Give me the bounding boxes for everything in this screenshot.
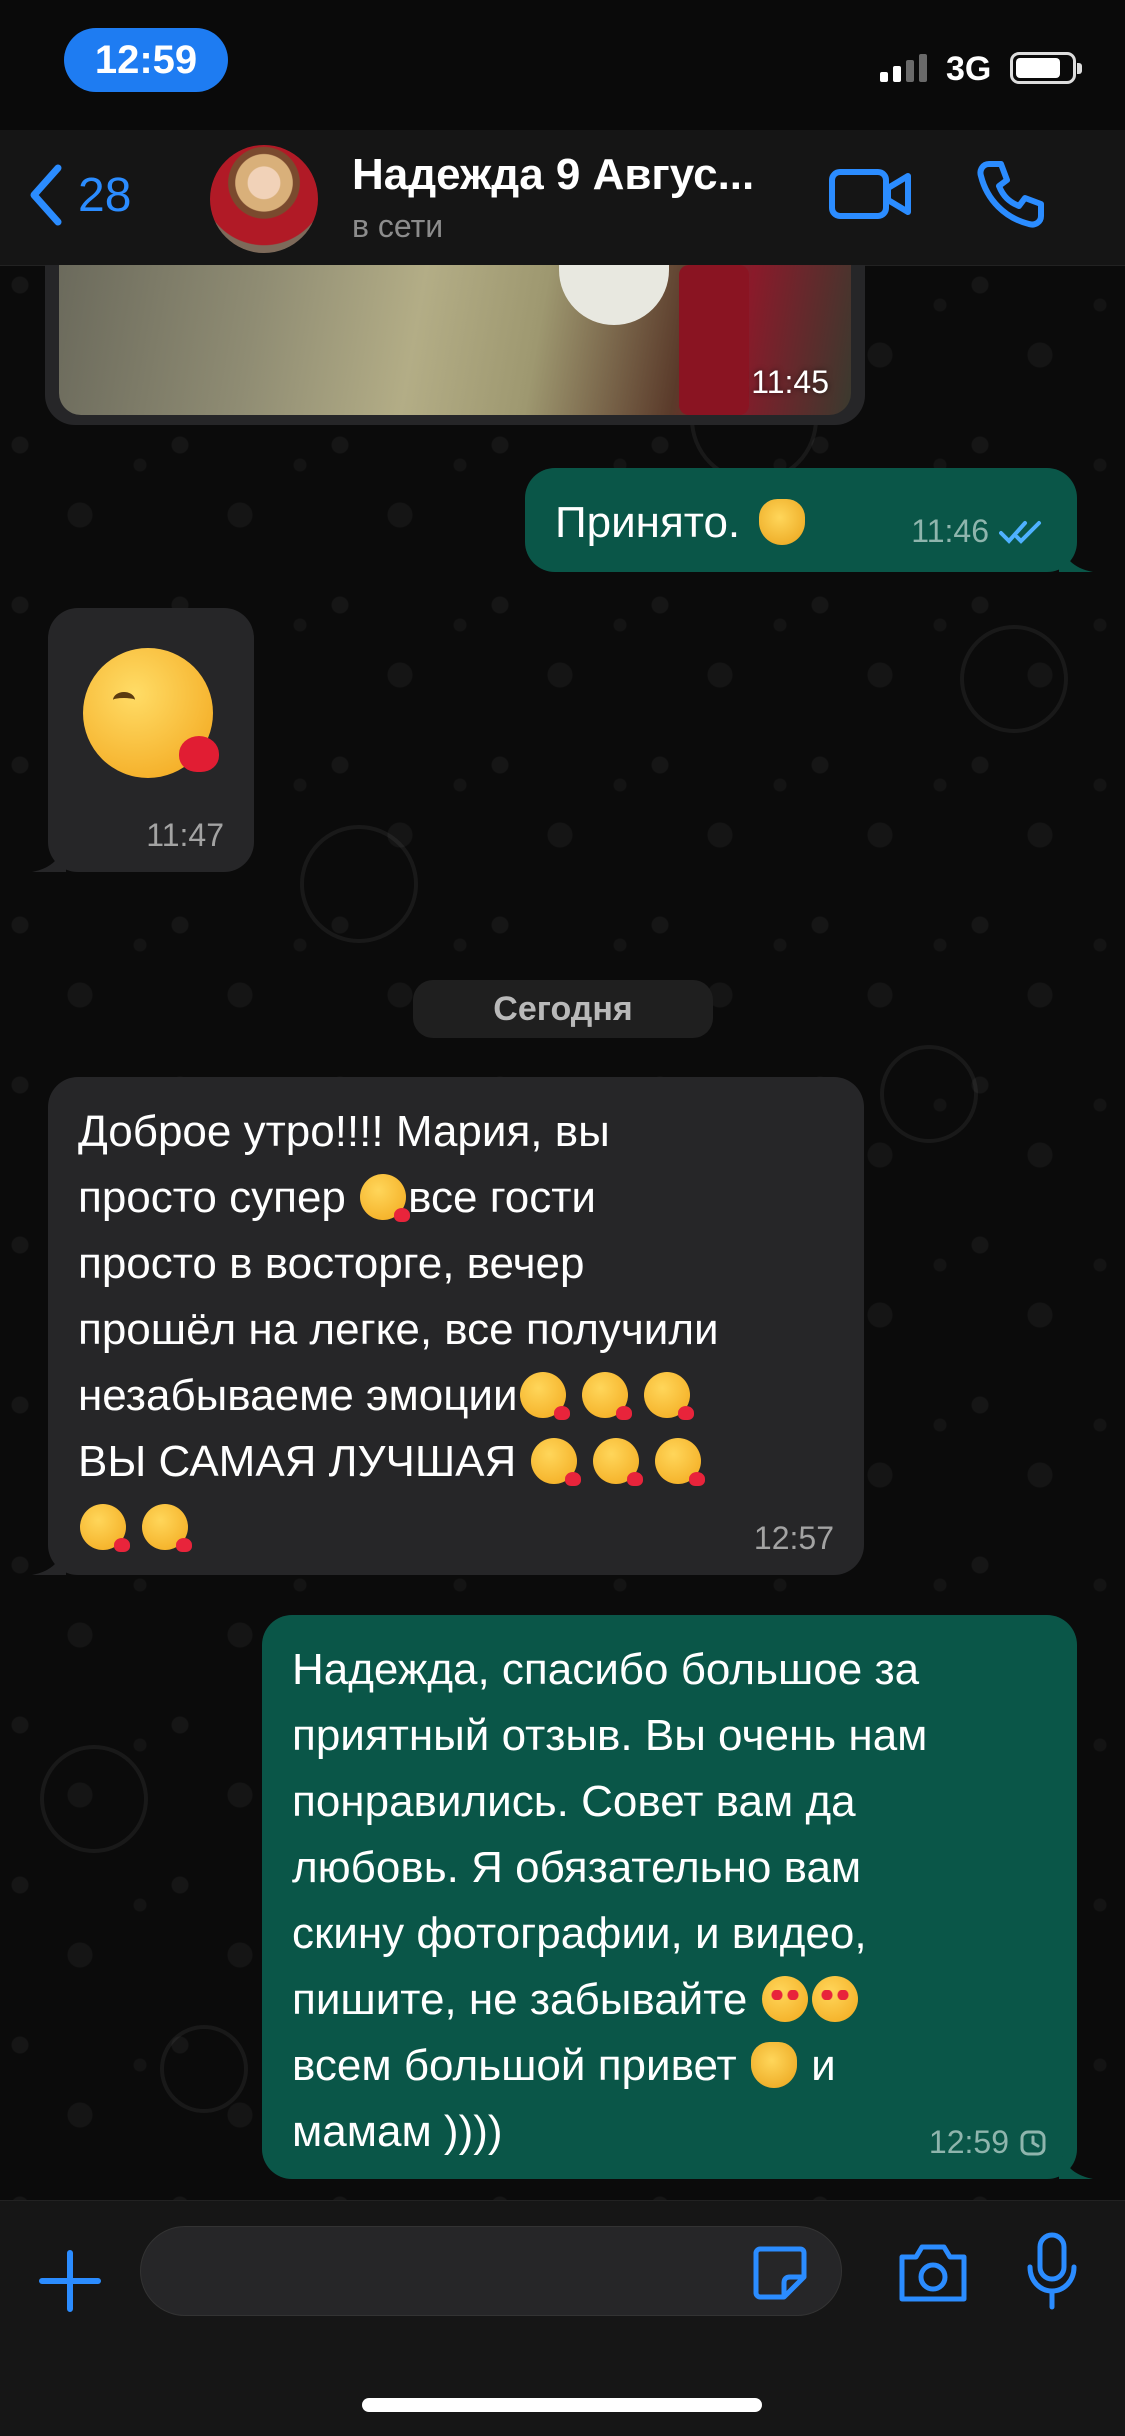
unread-count: 28 (78, 168, 132, 222)
contact-status: в сети (352, 208, 444, 244)
kiss-emoji (142, 1504, 193, 1552)
contact-avatar[interactable] (210, 145, 318, 253)
camera-icon[interactable] (896, 2241, 970, 2305)
bubble-tail (1059, 2145, 1093, 2179)
kiss-emoji (581, 1372, 632, 1420)
message-line: прошёл на легке, все получили (78, 1305, 719, 1354)
microphone-icon[interactable] (1024, 2231, 1080, 2311)
message-time: 11:47 (146, 817, 224, 853)
kiss-emoji (360, 1174, 411, 1222)
message-line: пишите, не забывайте (292, 1975, 760, 2024)
kiss-emoji (644, 1372, 695, 1420)
waving-hand-emoji (750, 2042, 797, 2088)
message-time: 12:57 (753, 1520, 834, 1556)
kiss-emoji (80, 1504, 130, 1552)
message-line: и (798, 2041, 836, 2090)
kiss-emoji (654, 1438, 705, 1486)
message-line: просто в восторге, вечер (78, 1239, 585, 1288)
chevron-left-icon (30, 164, 62, 226)
message-line: все гости (408, 1173, 596, 1222)
double-check-read-icon (999, 520, 1041, 544)
chat-screen: 12:59 3G 28 Надежда 9 Авгус... в сети 11… (0, 0, 1125, 2436)
message-input[interactable] (140, 2226, 842, 2316)
video-call-icon[interactable] (828, 164, 912, 224)
message-line: незабываеме эмоции (78, 1371, 518, 1420)
status-bar: 12:59 3G (0, 0, 1125, 130)
photo-message[interactable]: 11:45 (45, 265, 865, 425)
message-line: скину фотографии, и видео, (292, 1909, 867, 1958)
message-line: ВЫ САМАЯ ЛУЧШАЯ (78, 1437, 529, 1486)
message-line: приятный отзыв. Вы очень нам (292, 1711, 928, 1760)
incoming-emoji-message[interactable]: 11:47 (32, 608, 254, 872)
message-time: 12:59 (928, 2124, 1009, 2160)
clock-pending-icon (1020, 2130, 1046, 2155)
battery-icon (1010, 52, 1082, 84)
status-time: 12:59 (64, 28, 228, 92)
plus-icon[interactable] (38, 2249, 102, 2313)
date-separator: Сегодня (413, 980, 713, 1038)
message-text: Доброе утро!!!! Мария, вы просто супер в… (78, 1099, 834, 1561)
saluting-face-emoji (758, 499, 805, 545)
bubble-tail (32, 838, 66, 872)
message-meta: 12:57 (754, 1520, 834, 1557)
network-type: 3G (946, 50, 992, 88)
message-text: Принято. (555, 498, 753, 547)
heart-eyes-emoji (761, 1976, 808, 2022)
message-time: 11:46 (911, 513, 989, 549)
message-line: просто супер (78, 1173, 359, 1222)
phone-icon[interactable] (975, 158, 1047, 230)
message-line: Надежда, спасибо большое за (292, 1645, 920, 1694)
bubble-tail (1059, 538, 1093, 572)
message-meta: 12:59 (929, 2124, 1047, 2161)
contact-name[interactable]: Надежда 9 Авгус... (352, 150, 754, 200)
message-line: мамам )))) (292, 2107, 503, 2156)
outgoing-message[interactable]: Принято. 11:46 (525, 468, 1093, 572)
outgoing-message[interactable]: Надежда, спасибо большое за приятный отз… (262, 1615, 1093, 2179)
bubble-tail (32, 1541, 66, 1575)
message-time: 11:45 (751, 364, 829, 400)
kiss-emoji (592, 1438, 643, 1486)
smiling-hearts-emoji (811, 1976, 858, 2022)
message-meta: 11:47 (146, 817, 224, 854)
message-line: понравились. Совет вам да (292, 1777, 856, 1826)
sticker-icon[interactable] (750, 2243, 810, 2303)
message-meta: 11:46 (911, 513, 1047, 550)
kiss-emoji (519, 1372, 570, 1420)
message-line: любовь. Я обязательно вам (292, 1843, 862, 1892)
signal-strength-icon (880, 52, 927, 82)
home-indicator[interactable] (362, 2398, 762, 2412)
photo-attachment[interactable]: 11:45 (59, 265, 851, 415)
message-text: Надежда, спасибо большое за приятный отз… (292, 1637, 1047, 2165)
face-blowing-kiss-emoji (83, 648, 219, 778)
message-line: Доброе утро!!!! Мария, вы (78, 1107, 610, 1156)
back-button[interactable]: 28 (24, 160, 131, 230)
chat-header: 28 Надежда 9 Авгус... в сети (0, 130, 1125, 266)
message-line: всем большой привет (292, 2041, 749, 2090)
kiss-emoji (530, 1438, 581, 1486)
incoming-message[interactable]: Доброе утро!!!! Мария, вы просто супер в… (32, 1077, 864, 1575)
